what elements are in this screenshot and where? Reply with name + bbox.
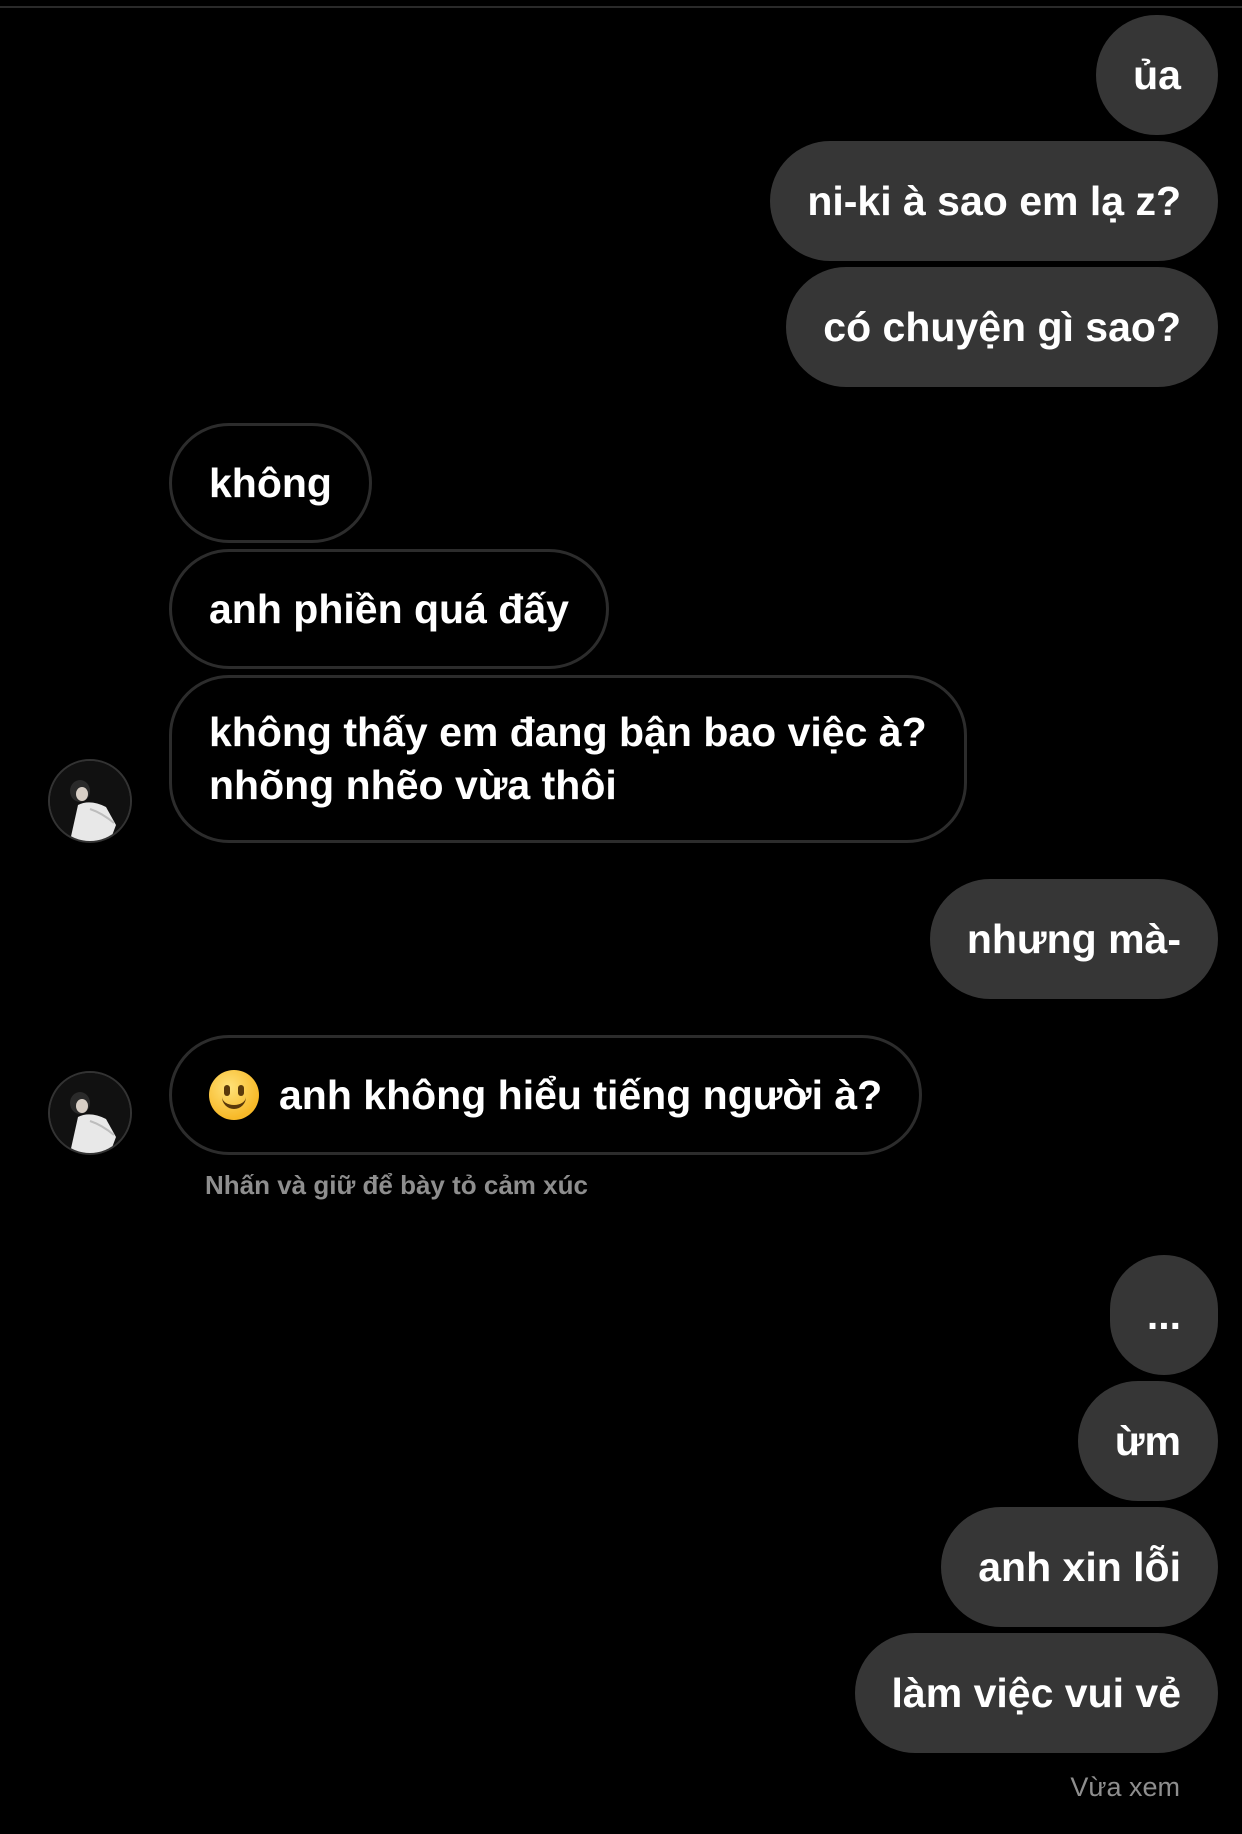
message-text: ừm (1114, 1417, 1181, 1464)
message-text: có chuyện gì sao? (823, 303, 1181, 350)
contact-avatar[interactable] (48, 759, 132, 843)
message-text: ủa (1133, 51, 1181, 98)
contact-avatar[interactable] (48, 1071, 132, 1155)
message-bubble-sent[interactable]: có chuyện gì sao? (786, 267, 1218, 387)
message-bubble-sent[interactable]: anh xin lỗi (941, 1507, 1218, 1627)
message-bubble-sent[interactable]: ừm (1077, 1381, 1218, 1501)
header-divider (0, 0, 1242, 8)
message-bubble-received[interactable]: không (169, 423, 372, 543)
slightly-smiling-face-icon (209, 1070, 259, 1120)
message-bubble-sent[interactable]: nhưng mà- (929, 879, 1218, 999)
message-bubble-sent[interactable]: ni-ki à sao em lạ z? (770, 141, 1218, 261)
message-bubble-received[interactable]: anh phiền quá đấy (169, 549, 609, 669)
message-text: làm việc vui vẻ (891, 1669, 1181, 1716)
avatar-image (50, 761, 130, 841)
avatar-image (50, 1073, 130, 1153)
message-text: ni-ki à sao em lạ z? (807, 177, 1181, 224)
message-bubble-sent[interactable]: làm việc vui vẻ (854, 1633, 1218, 1753)
message-text: anh phiền quá đấy (209, 585, 569, 632)
message-text: nhưng mà- (966, 915, 1181, 962)
seen-status: Vừa xem (1070, 1772, 1180, 1802)
message-text: anh xin lỗi (978, 1543, 1181, 1590)
message-text: anh không hiểu tiếng người à? (279, 1071, 883, 1118)
message-bubble-sent[interactable]: ủa (1096, 15, 1218, 135)
message-bubble-received[interactable]: không thấy em đang bận bao việc à? nhõng… (169, 675, 967, 843)
message-text: không (209, 459, 332, 506)
reaction-hint: Nhấn và giữ để bày tỏ cảm xúc (205, 1170, 588, 1200)
message-bubble-received[interactable]: anh không hiểu tiếng người à? (169, 1035, 923, 1155)
message-bubble-sent[interactable]: ... (1109, 1255, 1218, 1375)
message-text: không thấy em đang bận bao việc à? nhõng… (209, 709, 927, 808)
message-text: ... (1146, 1291, 1181, 1338)
